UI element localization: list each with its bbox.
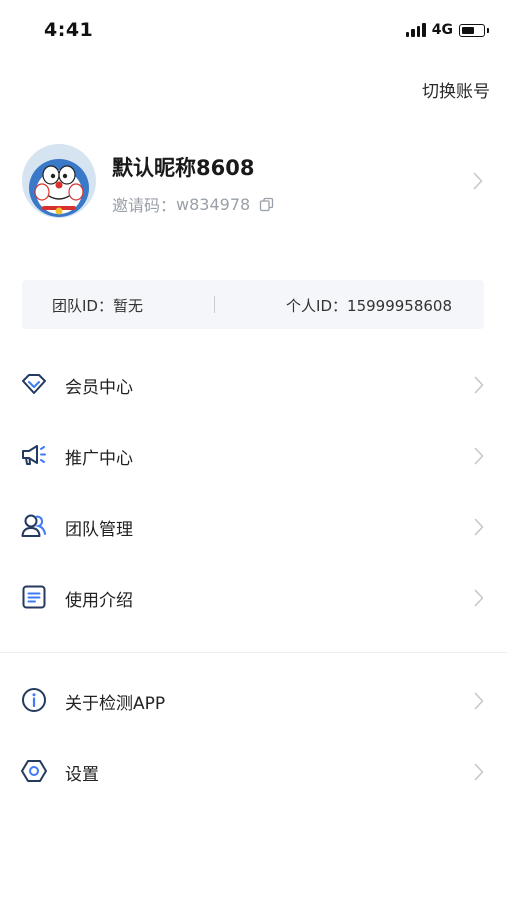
chevron-right-icon: [474, 518, 484, 540]
copy-icon[interactable]: [259, 197, 274, 212]
chevron-right-icon: [474, 692, 484, 714]
switch-account-button[interactable]: 切换账号: [422, 77, 490, 102]
menu-label: 团队管理: [65, 520, 133, 540]
status-indicators: 4G: [405, 22, 489, 38]
chevron-right-icon: [474, 447, 484, 469]
menu-item-team-management[interactable]: 团队管理: [0, 495, 507, 555]
diamond-icon: [20, 370, 48, 398]
section-divider: [0, 652, 507, 653]
menu-item-member-center[interactable]: 会员中心: [0, 353, 507, 413]
chevron-right-icon: [474, 376, 484, 398]
id-divider: [214, 296, 215, 313]
menu-item-settings[interactable]: 设置: [0, 740, 507, 800]
menu-item-about-app[interactable]: 关于检测APP: [0, 669, 507, 729]
invite-code-value: w834978: [176, 194, 251, 214]
megaphone-icon: [20, 441, 48, 469]
chevron-right-icon: [474, 589, 484, 611]
menu-label: 关于检测APP: [65, 694, 166, 714]
nickname: 默认昵称8608: [112, 156, 255, 180]
invite-code-label: 邀请码：: [112, 196, 177, 215]
personal-id: 个人ID：15999958608: [286, 297, 452, 315]
menu-label: 推广中心: [65, 449, 133, 469]
team-icon: [20, 512, 48, 540]
chevron-right-icon: [474, 763, 484, 785]
profile-card[interactable]: 默认昵称8608 邀请码： w834978: [22, 144, 487, 220]
network-type: 4G: [431, 22, 453, 38]
status-bar: 4:41 4G: [0, 0, 507, 60]
menu-label: 设置: [65, 765, 99, 785]
signal-icon: [405, 23, 426, 37]
menu-label: 使用介绍: [65, 591, 133, 611]
team-id: 团队ID：暂无: [52, 297, 143, 315]
document-icon: [20, 583, 48, 611]
status-time: 4:41: [44, 19, 94, 41]
menu-item-promotion-center[interactable]: 推广中心: [0, 424, 507, 484]
chevron-right-icon: [473, 172, 483, 194]
avatar-image: [22, 144, 96, 218]
menu-label: 会员中心: [65, 378, 133, 398]
info-icon: [20, 686, 48, 714]
settings-icon: [20, 757, 48, 785]
battery-icon: [459, 23, 489, 37]
menu-item-usage-guide[interactable]: 使用介绍: [0, 566, 507, 626]
avatar[interactable]: [22, 144, 96, 218]
id-bar: 团队ID：暂无 个人ID：15999958608: [22, 280, 484, 329]
invite-code-row: 邀请码： w834978: [112, 192, 274, 216]
